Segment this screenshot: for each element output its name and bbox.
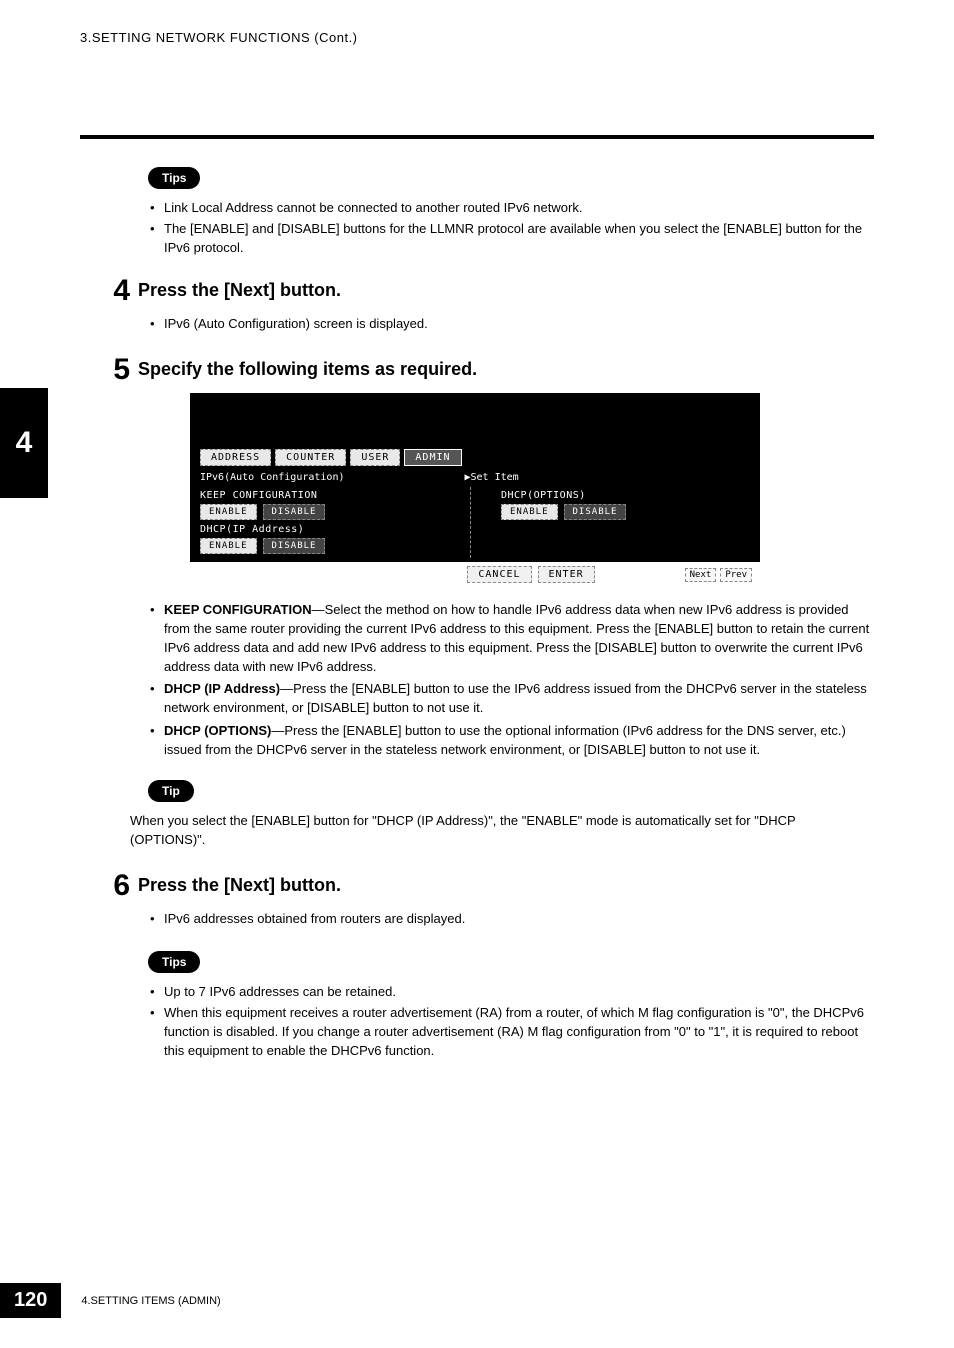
side-tab: 4 [0,388,48,498]
cancel-button[interactable]: CANCEL [467,566,531,583]
page-footer: 120 4.SETTING ITEMS (ADMIN) [0,1283,221,1318]
step-detail: IPv6 (Auto Configuration) screen is disp… [148,314,874,334]
step-number: 6 [100,871,130,901]
keep-config-label: KEEP CONFIGURATION [200,490,450,501]
bottom-tips-list: Up to 7 IPv6 addresses can be retained. … [148,983,874,1060]
definition-item: DHCP (IP Address)—Press the [ENABLE] but… [148,680,874,718]
enable-button[interactable]: ENABLE [501,504,558,520]
tip-item: The [ENABLE] and [DISABLE] buttons for t… [148,220,874,258]
tab-address[interactable]: ADDRESS [200,449,271,466]
definition-item: DHCP (OPTIONS)—Press the [ENABLE] button… [148,722,874,760]
step-heading: Press the [Next] button. [138,280,341,301]
step-heading: Press the [Next] button. [138,875,341,896]
step-heading: Specify the following items as required. [138,359,477,380]
def-term: KEEP CONFIGURATION [164,602,312,617]
tab-admin[interactable]: ADMIN [404,449,461,466]
set-item-label: ▶Set Item [465,472,519,483]
disable-button[interactable]: DISABLE [564,504,627,520]
page-number: 120 [0,1283,61,1318]
enable-button[interactable]: ENABLE [200,504,257,520]
top-tips-list: Link Local Address cannot be connected t… [148,199,874,258]
def-term: DHCP (OPTIONS) [164,723,271,738]
screen-title: IPv6(Auto Configuration) [200,472,345,483]
def-term: DHCP (IP Address) [164,681,280,696]
dhcp-options-label: DHCP(OPTIONS) [501,490,626,501]
tab-user[interactable]: USER [350,449,400,466]
footer-chapter: 4.SETTING ITEMS (ADMIN) [81,1295,220,1307]
definition-item: KEEP CONFIGURATION—Select the method on … [148,601,874,676]
tips-badge: Tips [148,951,200,973]
tip-item: When this equipment receives a router ad… [148,1004,874,1061]
tips-badge: Tips [148,167,200,189]
tip-text: When you select the [ENABLE] button for … [130,812,874,850]
disable-button[interactable]: DISABLE [263,538,326,554]
next-nav-button[interactable]: Next [685,568,717,582]
tip-item: Up to 7 IPv6 addresses can be retained. [148,983,874,1002]
step-number: 5 [100,355,130,385]
definition-list: KEEP CONFIGURATION—Select the method on … [148,601,874,760]
step-detail: IPv6 addresses obtained from routers are… [148,909,874,929]
prev-nav-button[interactable]: Prev [720,568,752,582]
tip-badge: Tip [148,780,194,802]
device-screenshot: ADDRESS COUNTER USER ADMIN IPv6(Auto Con… [190,393,760,587]
enter-button[interactable]: ENTER [538,566,595,583]
step-number: 4 [100,276,130,306]
section-header: 3.SETTING NETWORK FUNCTIONS (Cont.) [80,30,874,45]
tip-item: Link Local Address cannot be connected t… [148,199,874,218]
disable-button[interactable]: DISABLE [263,504,326,520]
enable-button[interactable]: ENABLE [200,538,257,554]
tab-counter[interactable]: COUNTER [275,449,346,466]
dhcp-ip-label: DHCP(IP Address) [200,524,450,535]
divider-rule [80,135,874,139]
